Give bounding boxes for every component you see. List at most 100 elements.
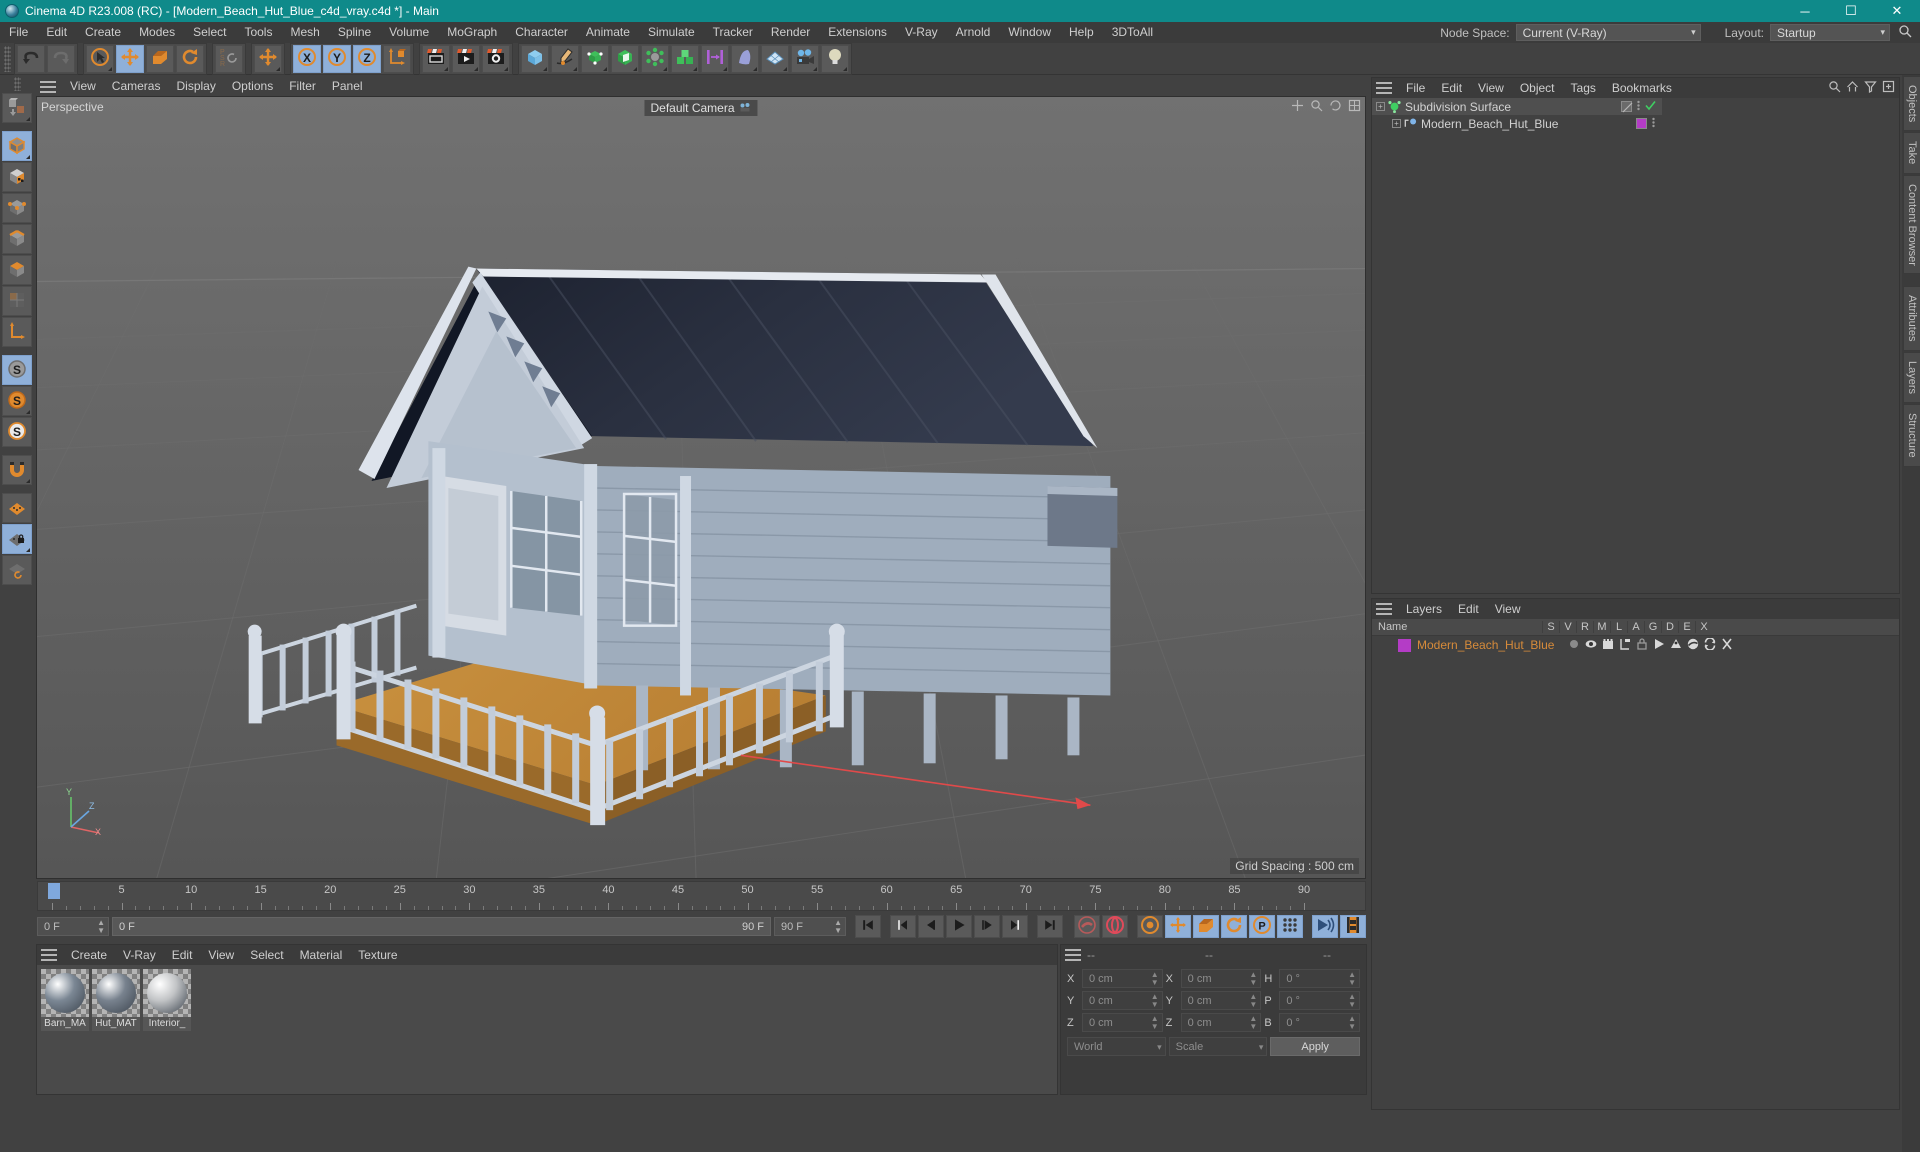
close-button[interactable]: ✕ [1874, 0, 1920, 22]
rotate-view-icon[interactable] [1329, 99, 1342, 115]
menu-item-modes[interactable]: Modes [130, 22, 184, 43]
menu-item-extensions[interactable]: Extensions [819, 22, 896, 43]
layers-menu-view[interactable]: View [1487, 599, 1529, 619]
render-settings-button[interactable] [482, 44, 510, 73]
lock-x-button[interactable]: X [293, 44, 321, 73]
spinner-icon[interactable]: ▲ ▼ [1151, 970, 1159, 987]
current-frame-field[interactable]: 0 F ▲ ▼ [37, 917, 109, 936]
add-mograph-button[interactable] [671, 44, 699, 73]
menu-item-animate[interactable]: Animate [577, 22, 639, 43]
object-menu-edit[interactable]: Edit [1433, 78, 1470, 98]
menu-item-tracker[interactable]: Tracker [704, 22, 762, 43]
coordinate-space-select[interactable]: World ▾ [1067, 1037, 1166, 1056]
visibility-dots-icon[interactable] [1636, 100, 1641, 114]
parameter-key-button[interactable] [1277, 915, 1303, 938]
spinner-icon[interactable]: ▲ ▼ [1151, 1014, 1159, 1031]
coord-field-b-rotation[interactable]: 0 ° ▲ ▼ [1279, 1013, 1361, 1032]
animation-mode-button[interactable] [1312, 915, 1338, 938]
lock-y-button[interactable]: Y [323, 44, 351, 73]
coord-field-y-position[interactable]: 0 cm ▲ ▼ [1082, 991, 1163, 1010]
object-menu-object[interactable]: Object [1512, 78, 1563, 98]
add-deformer-button[interactable] [611, 44, 639, 73]
viewport-menu-filter[interactable]: Filter [281, 77, 324, 96]
menu-item-edit[interactable]: Edit [37, 22, 76, 43]
expand-toggle-icon[interactable]: + [1376, 102, 1385, 111]
maximize-button[interactable]: ☐ [1828, 0, 1874, 22]
record-active-objects-button[interactable] [1074, 915, 1100, 938]
dropdown-corner-icon[interactable] [543, 66, 547, 71]
side-tab-objects[interactable]: Objects [1903, 76, 1920, 132]
coord-field-h-rotation[interactable]: 0 ° ▲ ▼ [1279, 969, 1361, 988]
spinner-icon[interactable]: ▲ ▼ [1249, 970, 1257, 987]
add-field-button[interactable] [701, 44, 729, 73]
animation-icon[interactable] [1653, 638, 1665, 653]
coord-field-x-size[interactable]: 0 cm ▲ ▼ [1180, 969, 1262, 988]
previous-key-button[interactable] [890, 915, 916, 938]
menu-item-tools[interactable]: Tools [235, 22, 281, 43]
add-ground-button[interactable] [761, 44, 789, 73]
dropdown-corner-icon[interactable] [26, 479, 30, 483]
add-light-button[interactable] [821, 44, 849, 73]
layer-column-G[interactable]: G [1644, 621, 1661, 633]
timeline-playhead[interactable] [48, 883, 60, 899]
viewport-solo-hierarchy-button[interactable]: S [2, 417, 32, 447]
go-to-start-button[interactable] [855, 915, 881, 938]
dropdown-corner-icon[interactable] [783, 66, 787, 71]
expression-icon[interactable] [1704, 636, 1716, 653]
material-list[interactable]: Barn_MA Hut_MAT Interior_ [37, 965, 1057, 1094]
object-tree[interactable]: + Subdivision Surface + Modern_Beach_Hut_Bl… [1372, 98, 1899, 593]
texture-mode-button[interactable] [2, 162, 32, 192]
spinner-icon[interactable]: ▲ ▼ [1348, 970, 1356, 987]
object-menu-bookmarks[interactable]: Bookmarks [1604, 78, 1680, 98]
rotation-key-button[interactable] [1221, 915, 1247, 938]
material-menu-create[interactable]: Create [63, 945, 115, 965]
layer-column-E[interactable]: E [1678, 621, 1695, 633]
spinner-icon[interactable]: ▲ ▼ [1249, 992, 1257, 1009]
dropdown-corner-icon[interactable] [753, 66, 757, 71]
layers-hamburger-icon[interactable] [1376, 603, 1392, 615]
timeline-ruler[interactable]: 051015202530354045505560657075808590 [37, 881, 1366, 911]
home-icon[interactable] [1846, 80, 1859, 96]
spinner-icon[interactable]: ▲ ▼ [1348, 1014, 1356, 1031]
axis-mode-button[interactable] [2, 317, 32, 347]
layer-column-L[interactable]: L [1610, 621, 1627, 633]
points-mode-button[interactable] [2, 193, 32, 223]
world-object-axis-button[interactable] [254, 44, 282, 73]
menu-item-help[interactable]: Help [1060, 22, 1103, 43]
dropdown-corner-icon[interactable] [603, 66, 607, 71]
viewport-menu-view[interactable]: View [62, 77, 104, 96]
expand-toggle-icon[interactable]: + [1392, 119, 1401, 128]
go-to-end-button[interactable] [1037, 915, 1063, 938]
viewport-menu-display[interactable]: Display [168, 77, 223, 96]
viewport-menu-panel[interactable]: Panel [324, 77, 371, 96]
object-tag-icon[interactable] [1621, 101, 1633, 113]
document-end-field[interactable]: 90 F ▲ ▼ [774, 917, 846, 936]
menu-item-3dtoall[interactable]: 3DToAll [1103, 22, 1162, 43]
next-frame-button[interactable] [974, 915, 1000, 938]
layer-column-X[interactable]: X [1695, 621, 1712, 633]
left-toolbar-grip[interactable] [13, 77, 21, 91]
menu-item-simulate[interactable]: Simulate [639, 22, 704, 43]
material-item[interactable]: Barn_MA [41, 969, 89, 1090]
coordinates-hamburger-icon[interactable] [1065, 949, 1081, 961]
search-icon[interactable] [1890, 24, 1920, 41]
minimize-button[interactable]: ─ [1782, 0, 1828, 22]
psr-reset-button[interactable]: PSR [215, 44, 243, 73]
filter-icon[interactable] [1864, 80, 1877, 96]
rotate-tool[interactable] [176, 44, 204, 73]
object-tag-icon[interactable] [1636, 118, 1647, 129]
pla-key-button[interactable]: P [1249, 915, 1275, 938]
object-row[interactable]: + Subdivision Surface [1372, 98, 1662, 115]
material-menu-v-ray[interactable]: V-Ray [115, 945, 164, 965]
toolbar-grip[interactable] [4, 45, 11, 72]
object-row[interactable]: + Modern_Beach_Hut_Blue [1372, 115, 1662, 132]
menu-item-mograph[interactable]: MoGraph [438, 22, 506, 43]
spinner-icon[interactable]: ▲ ▼ [91, 918, 105, 935]
spinner-icon[interactable]: ▲ ▼ [1348, 992, 1356, 1009]
dropdown-corner-icon[interactable] [633, 66, 637, 71]
object-menu-tags[interactable]: Tags [1563, 78, 1604, 98]
enable-axis-button[interactable]: S [2, 355, 32, 385]
material-menu-texture[interactable]: Texture [350, 945, 405, 965]
zoom-icon[interactable] [1310, 99, 1323, 115]
add-camera-button[interactable] [791, 44, 819, 73]
